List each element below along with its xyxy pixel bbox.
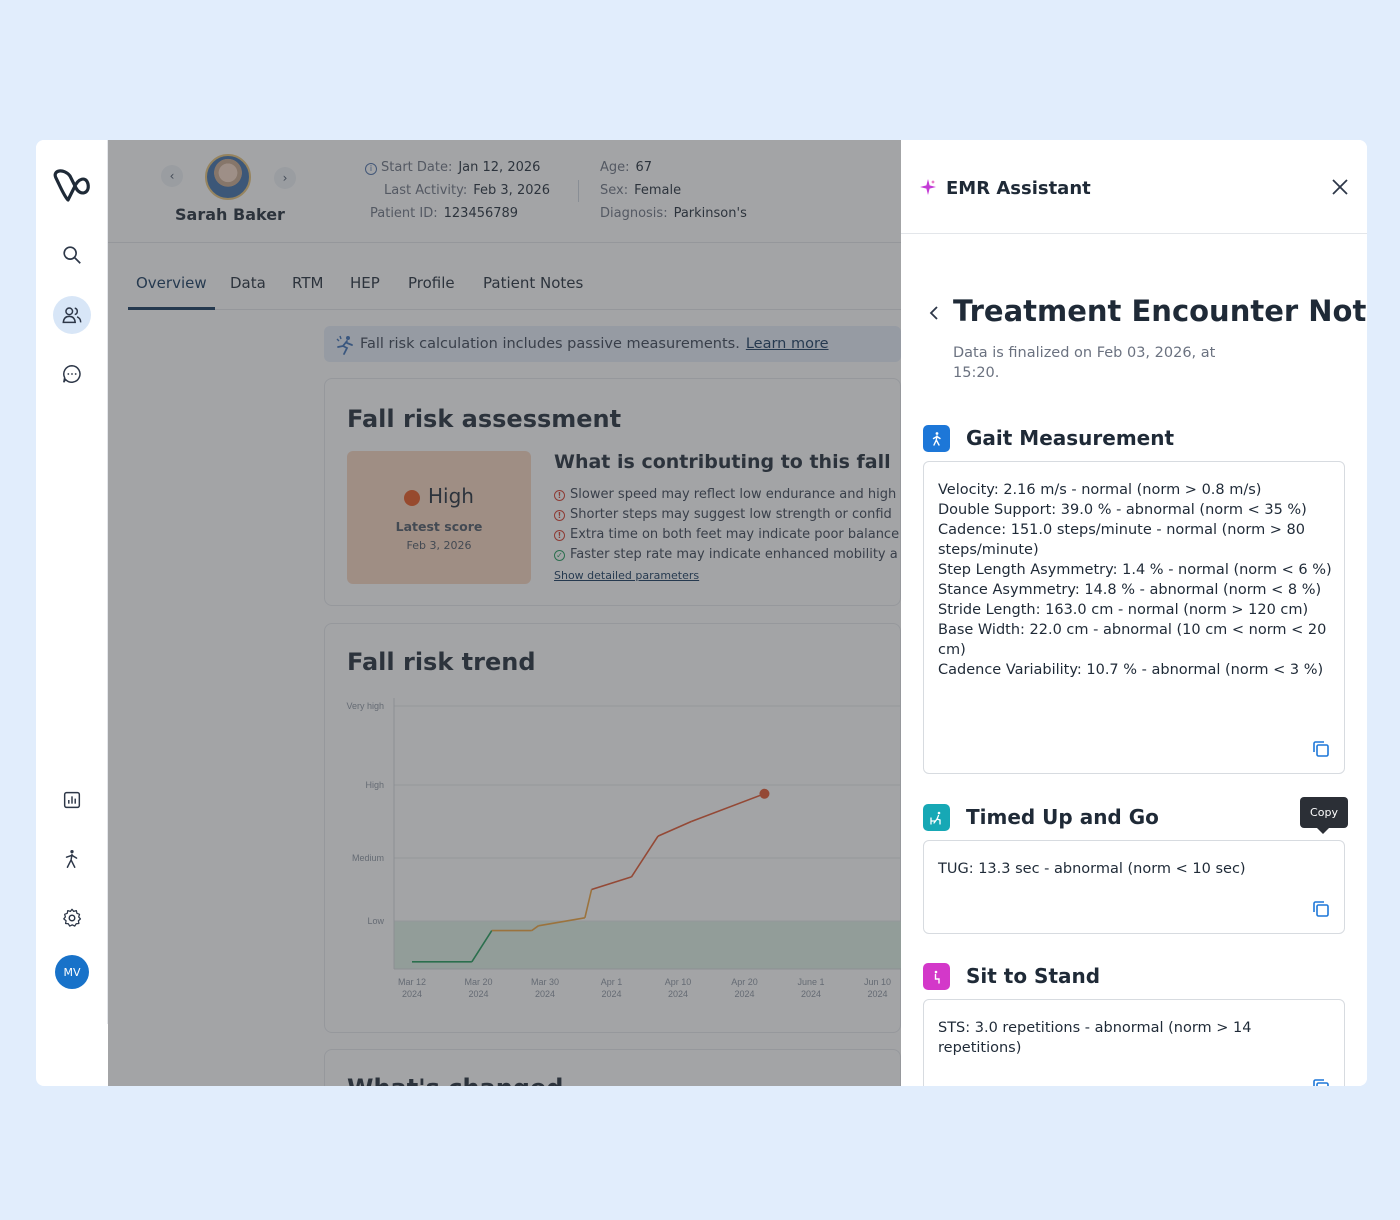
gait-lines: Velocity: 2.16 m/s - normal (norm > 0.8 … <box>938 480 1334 680</box>
gait-section-title: Gait Measurement <box>966 426 1175 450</box>
messages-nav[interactable] <box>53 355 91 393</box>
sit-to-stand-icon <box>934 970 940 984</box>
note-subtitle: Data is finalized on Feb 03, 2026, at 15… <box>953 345 1216 381</box>
modal-backdrop[interactable] <box>108 140 973 1086</box>
sidebar: MV <box>36 140 108 1024</box>
app-logo[interactable] <box>50 166 94 206</box>
gait-line: Cadence Variability: 10.7 % - abnormal (… <box>938 662 1324 678</box>
sts-line: STS: 3.0 repetitions - abnormal (norm > … <box>938 1020 1252 1056</box>
user-avatar[interactable]: MV <box>55 955 89 989</box>
settings-nav[interactable] <box>53 899 91 937</box>
search-icon <box>63 246 81 264</box>
tug-line: TUG: 13.3 sec - abnormal (norm < 10 sec) <box>938 861 1246 877</box>
bar-chart-icon <box>63 791 81 809</box>
chair-person-icon <box>929 811 941 825</box>
gait-section-icon <box>923 425 950 452</box>
copy-tooltip: Copy <box>1300 797 1348 834</box>
gear-icon <box>63 908 82 927</box>
chat-icon <box>63 365 81 383</box>
back-icon[interactable] <box>928 304 940 322</box>
walking-person-icon <box>65 850 78 868</box>
panel-header: EMR Assistant <box>901 140 1367 234</box>
users-icon <box>62 307 82 324</box>
gait-line: Stride Length: 163.0 cm - normal (norm >… <box>938 602 1309 618</box>
gait-line: Stance Asymmetry: 14.8 % - abnormal (nor… <box>938 582 1322 598</box>
close-icon[interactable] <box>1331 178 1349 196</box>
note-title: Treatment Encounter Note <box>953 294 1367 328</box>
gait-line: Base Width: 22.0 cm - abnormal (10 cm < … <box>938 622 1327 658</box>
copy-icon[interactable] <box>1312 1078 1330 1086</box>
sts-box: STS: 3.0 repetitions - abnormal (norm > … <box>923 999 1345 1086</box>
tug-box: TUG: 13.3 sec - abnormal (norm < 10 sec) <box>923 840 1345 934</box>
sts-section-icon <box>923 963 950 990</box>
panel-title: EMR Assistant <box>946 178 1091 199</box>
app-window: MV ‹ › Sarah Baker i Start Date: Jan 12, 2… <box>36 140 1367 1086</box>
gait-line: Step Length Asymmetry: 1.4 % - normal (n… <box>938 562 1332 578</box>
gait-line: Cadence: 151.0 steps/minute - normal (no… <box>938 522 1306 558</box>
reports-nav[interactable] <box>53 781 91 819</box>
tug-section-title: Timed Up and Go <box>966 805 1159 829</box>
sts-lines: STS: 3.0 repetitions - abnormal (norm > … <box>938 1018 1334 1058</box>
copy-icon[interactable] <box>1312 740 1330 758</box>
gait-line: Double Support: 39.0 % - abnormal (norm … <box>938 502 1307 518</box>
tug-lines: TUG: 13.3 sec - abnormal (norm < 10 sec) <box>938 859 1334 879</box>
sparkle-icon <box>920 179 936 195</box>
tug-section-icon <box>923 804 950 831</box>
gait-measurement-box: Velocity: 2.16 m/s - normal (norm > 0.8 … <box>923 461 1345 774</box>
search-nav[interactable] <box>53 236 91 274</box>
copy-icon[interactable] <box>1312 900 1330 918</box>
main-content: ‹ › Sarah Baker i Start Date: Jan 12, 2026… <box>108 140 973 1086</box>
gait-line: Velocity: 2.16 m/s - normal (norm > 0.8 … <box>938 482 1262 498</box>
walking-person-icon <box>932 431 941 446</box>
sts-section-title: Sit to Stand <box>966 964 1101 988</box>
exercises-nav[interactable] <box>53 840 91 878</box>
emr-assistant-panel: EMR Assistant Treatment Encounter Note D… <box>901 140 1367 1086</box>
patients-nav[interactable] <box>53 296 91 334</box>
